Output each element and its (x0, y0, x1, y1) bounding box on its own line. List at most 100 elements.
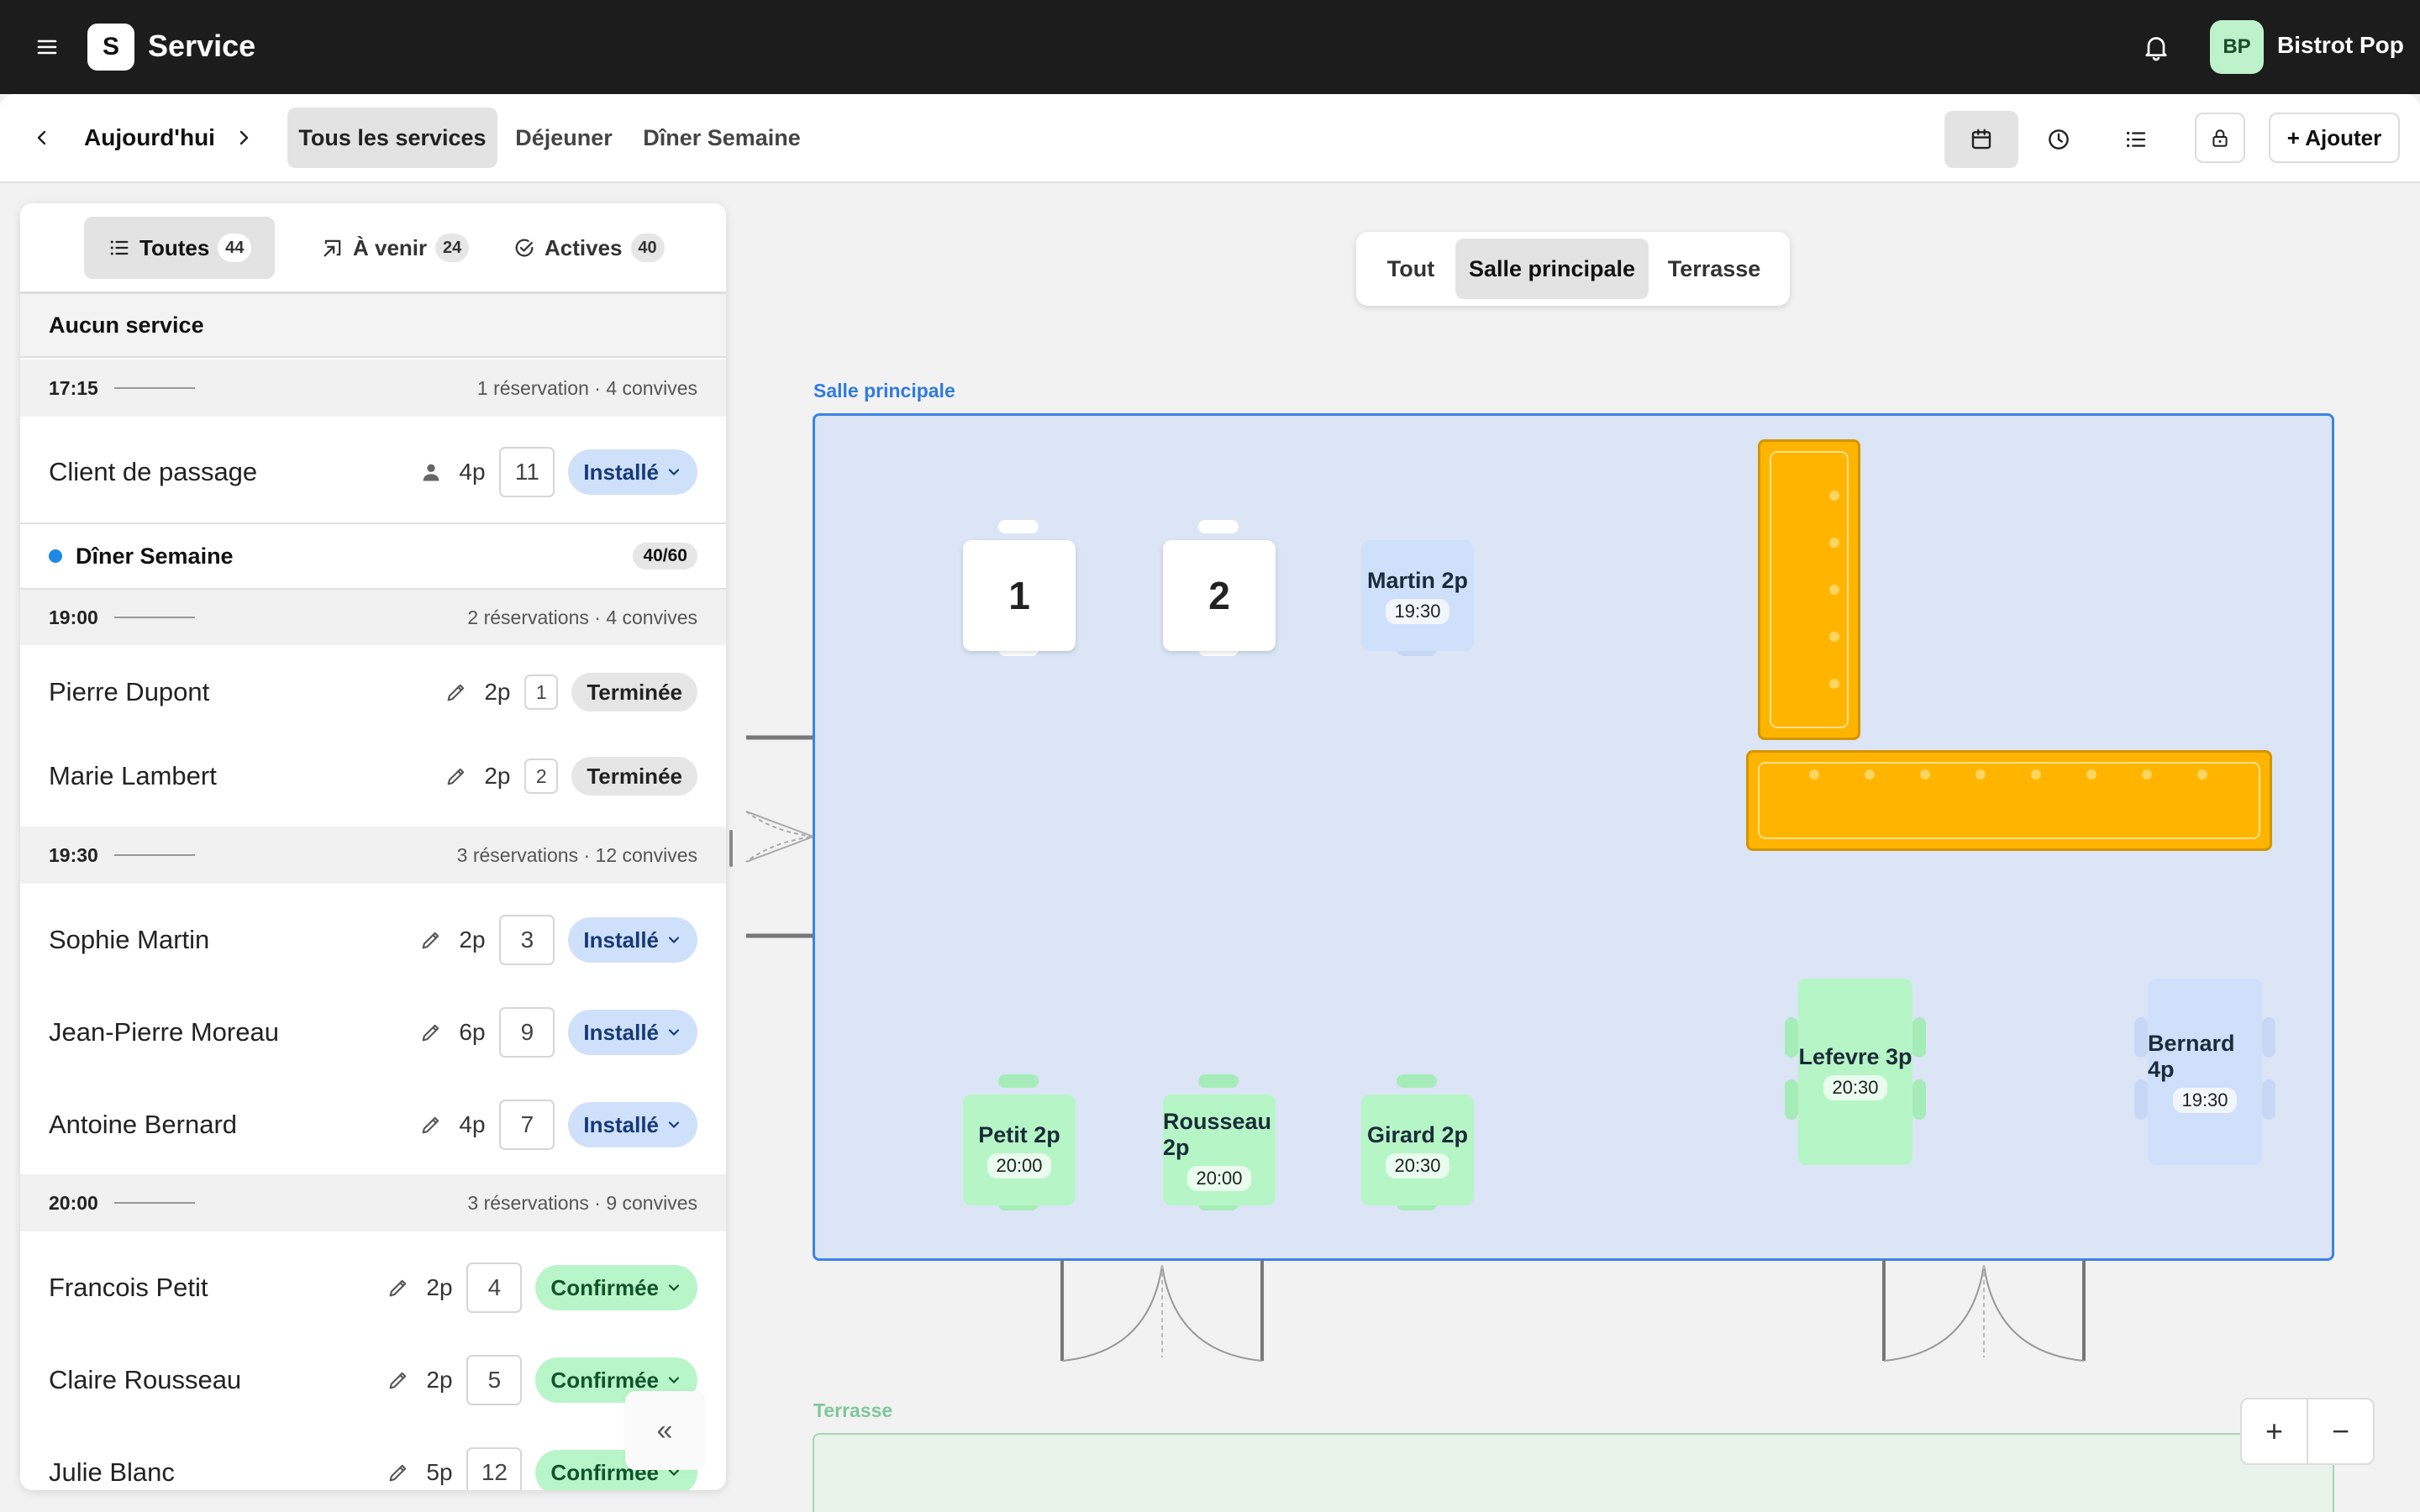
lock-icon (2212, 129, 2228, 147)
table-rousseau[interactable]: Rousseau 2p 20:00 (1163, 1095, 1276, 1205)
reservation-panel: Toutes 44 À venir 24 Actives 40 Aucun se… (20, 203, 726, 1490)
room-label: Salle principale (813, 380, 955, 402)
filter-upcoming-label: À venir (353, 234, 428, 260)
chair (1912, 1079, 1926, 1120)
pencil-icon[interactable] (417, 1110, 445, 1139)
table-time: 20:30 (1823, 1074, 1887, 1100)
filter-all[interactable]: Toutes 44 (84, 217, 276, 279)
status-dropdown[interactable]: Installé (568, 917, 697, 963)
status-label: Installé (583, 1019, 659, 1045)
reservation-row[interactable]: Francois Petit 2p 4 Confirmée (20, 1242, 726, 1334)
main-room-floorplan: 1 2 Martin 2p 19:30 Petit 2p 20:00 Rouss… (813, 413, 2334, 1261)
reservation-row[interactable]: Julie Blanc 5p 12 Confirmée (20, 1426, 726, 1490)
zoom-controls: + − (2240, 1398, 2375, 1465)
service-name: Dîner Semaine (76, 543, 234, 569)
calendar-view-button[interactable] (1944, 111, 2018, 168)
guest-name: Client de passage (49, 457, 258, 486)
panel-resize-handle[interactable] (729, 830, 733, 867)
chair (1198, 1074, 1239, 1088)
bar-counter-horizontal (1746, 750, 2272, 851)
status-dropdown[interactable]: Confirmée (535, 1265, 697, 1310)
avatar[interactable]: BP (2210, 20, 2264, 74)
reservation-row[interactable]: Antoine Bernard 4p 7 Installé (20, 1079, 726, 1171)
hamburger-menu-icon[interactable] (34, 34, 60, 60)
status-dropdown[interactable]: Installé (568, 1102, 697, 1147)
filter-upcoming-count: 24 (435, 234, 470, 262)
table-petit[interactable]: Petit 2p 20:00 (963, 1095, 1076, 1205)
status-dropdown[interactable]: Installé (568, 1010, 697, 1055)
service-toolbar: Aujourd'hui Tous les services Déjeuner D… (0, 94, 2420, 183)
table-2[interactable]: 2 (1163, 540, 1276, 651)
entrance-door-icon (745, 735, 814, 938)
table-guest: Bernard 4p (2148, 1031, 2235, 1082)
time-slot-2000: 20:00 3 réservations · 9 convives (20, 1174, 726, 1231)
chevron-down-icon (668, 469, 680, 476)
list-icon (110, 240, 129, 255)
calendar-icon (1971, 129, 1991, 150)
no-service-header: Aucun service (20, 294, 726, 358)
status-dropdown[interactable]: Installé (568, 449, 697, 495)
status-label: Installé (583, 1111, 659, 1137)
slot-summary: 3 réservations · 12 convives (456, 843, 697, 866)
tab-all-services[interactable]: Tous les services (287, 108, 497, 168)
chair (998, 1074, 1039, 1088)
table-label: 1 (1008, 574, 1030, 617)
previous-day-button[interactable] (25, 121, 59, 155)
reservation-row[interactable]: Jean-Pierre Moreau 6p 9 Installé (20, 986, 726, 1079)
pencil-icon[interactable] (384, 1273, 413, 1302)
reservation-row[interactable]: Marie Lambert 2p 2 Terminée (20, 734, 726, 818)
filter-upcoming[interactable]: À venir 24 (297, 217, 492, 279)
reservation-row[interactable]: Pierre Dupont 2p 1 Terminée (20, 650, 726, 734)
filter-active[interactable]: Actives 40 (489, 217, 688, 279)
table-bernard[interactable]: Bernard 4p 19:30 (2148, 979, 2262, 1165)
zone-all[interactable]: Tout (1368, 239, 1454, 299)
account-name[interactable]: Bistrot Pop (2277, 29, 2404, 62)
table-lefevre[interactable]: Lefevre 3p 20:30 (1798, 979, 1912, 1165)
add-reservation-button[interactable]: + Ajouter (2269, 113, 2400, 163)
guest-name: Jean-Pierre Moreau (49, 1017, 279, 1047)
lock-button[interactable] (2195, 113, 2245, 163)
tab-lunch[interactable]: Déjeuner (504, 108, 623, 168)
pencil-icon[interactable] (417, 1018, 445, 1047)
chair (1198, 520, 1239, 533)
bell-icon[interactable] (2141, 32, 2171, 62)
filter-all-label: Toutes (139, 234, 210, 260)
slot-time: 17:15 (49, 376, 98, 399)
reservation-row[interactable]: Client de passage 4p 11 Installé (20, 427, 726, 517)
table-guest: Girard 2p (1366, 1121, 1469, 1147)
table-girard[interactable]: Girard 2p 20:30 (1361, 1095, 1474, 1205)
pencil-icon[interactable] (442, 678, 471, 706)
timeline-view-button[interactable] (2022, 111, 2096, 168)
table-martin[interactable]: Martin 2p 19:30 (1361, 540, 1474, 651)
pencil-icon[interactable] (442, 762, 471, 790)
app-title: Service (148, 29, 256, 63)
table-number: 3 (499, 915, 555, 965)
status-label: Installé (583, 927, 659, 953)
tab-weekday-dinner[interactable]: Dîner Semaine (635, 108, 808, 168)
next-day-button[interactable] (227, 121, 260, 155)
pencil-icon[interactable] (417, 926, 445, 954)
zone-terrace[interactable]: Terrasse (1650, 239, 1778, 299)
pencil-icon[interactable] (384, 1458, 413, 1487)
zoom-out-button[interactable]: − (2308, 1399, 2373, 1463)
list-icon (2127, 131, 2146, 148)
collapse-panel-button[interactable]: « (625, 1391, 704, 1470)
list-view-button[interactable] (2099, 111, 2173, 168)
table-guest: Petit 2p (978, 1121, 1060, 1147)
time-slot-1715: 17:15 1 réservation · 4 convives (20, 360, 726, 417)
bar-counter-vertical (1758, 439, 1860, 740)
chair (1785, 1017, 1798, 1058)
table-time: 20:00 (987, 1152, 1051, 1179)
table-guest: Martin 2p (1366, 567, 1468, 593)
zone-main-room[interactable]: Salle principale (1455, 239, 1649, 299)
table-number: 11 (499, 447, 555, 497)
reservation-row[interactable]: Sophie Martin 2p 3 Installé (20, 894, 726, 986)
zoom-in-button[interactable]: + (2242, 1399, 2308, 1463)
reservation-row[interactable]: Claire Rousseau 2p 5 Confirmée (20, 1334, 726, 1426)
table-1[interactable]: 1 (963, 540, 1076, 651)
chair (1912, 1017, 1926, 1058)
guest-name: Pierre Dupont (49, 677, 210, 706)
table-label: 2 (1208, 574, 1230, 617)
pencil-icon[interactable] (384, 1366, 413, 1394)
current-date[interactable]: Aujourd'hui (84, 121, 215, 155)
